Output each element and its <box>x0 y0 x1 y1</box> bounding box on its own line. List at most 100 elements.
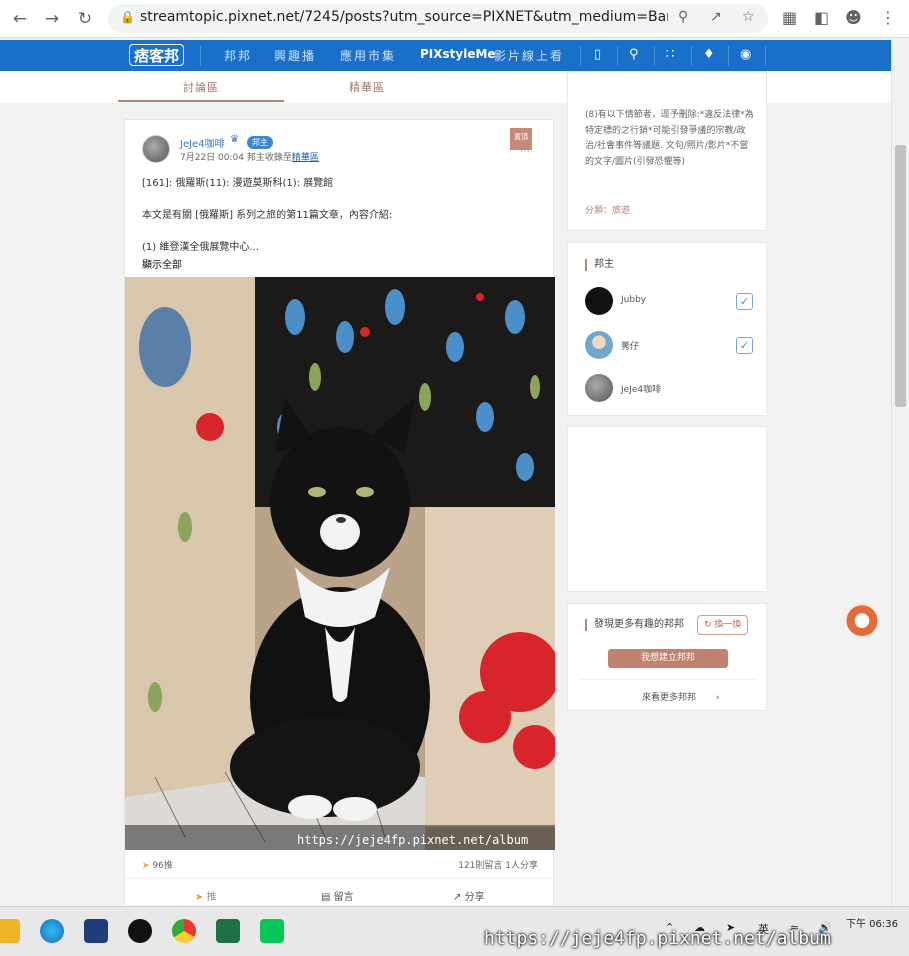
nav-link-pixstyleme[interactable]: PIXstyleMe <box>420 47 496 61</box>
reload-icon[interactable]: ↻ <box>75 9 95 29</box>
excel-icon[interactable] <box>216 919 240 943</box>
rocket-icon: ➤ <box>195 892 204 903</box>
swap-label: 換一換 <box>714 620 742 630</box>
collected-link[interactable]: 精華區 <box>292 153 319 163</box>
nav-link-apps[interactable]: 應用市集 <box>340 47 396 64</box>
nav-divider <box>728 46 729 66</box>
url-text[interactable]: streamtopic.pixnet.net/7245/posts?utm_so… <box>140 9 668 25</box>
author-avatar[interactable] <box>142 135 170 163</box>
post-stats: ➤ 96推 121則留言 1人分享 <box>142 858 538 872</box>
like-count-text: 96推 <box>152 861 173 871</box>
nav-divider <box>617 46 618 66</box>
moderator-item[interactable]: JeJe4咖啡 <box>585 374 753 402</box>
nav-divider <box>580 46 581 66</box>
rules-card: (8)有以下情節者，逕予刪除:*違反法律*為特定標的之行銷*可能引發爭議的宗教/… <box>567 71 767 231</box>
back-arrow-icon[interactable]: ← <box>10 9 30 29</box>
post-list-item: (1) 維登漢全俄展覽中心... <box>142 242 259 253</box>
profile-icon[interactable]: ☻ <box>845 8 862 27</box>
nav-divider <box>691 46 692 66</box>
apps-grid-icon[interactable]: ∷ <box>666 47 674 62</box>
nav-link-bangbang[interactable]: 邦邦 <box>224 47 252 64</box>
bookmark-icon[interactable]: ▯ <box>594 47 601 62</box>
nav-link-interest[interactable]: 興趣播 <box>274 47 316 64</box>
tab-discussion[interactable]: 討論區 <box>183 79 219 95</box>
post-intro: 本文是有關 [俄羅斯] 系列之旅的第11篇文章，內容介紹: <box>142 210 393 221</box>
store-icon[interactable] <box>84 919 108 943</box>
chevron-right-icon: › <box>716 693 720 703</box>
lock-icon[interactable]: 🔒 <box>120 10 135 24</box>
bell-icon[interactable]: ♦ <box>703 47 715 62</box>
tiktok-icon[interactable] <box>128 919 152 943</box>
site-logo[interactable]: 痞客邦 <box>129 44 185 66</box>
moderator-item[interactable]: Jubby ✓ <box>585 287 753 315</box>
moderators-title: 邦主 <box>585 259 614 271</box>
site-navbar: 痞客邦 邦邦 興趣播 應用市集 PIXstyleMe 影片線上看 ▯ ⚲ ∷ ♦… <box>0 40 891 71</box>
discover-title: 發現更多有趣的邦邦 <box>585 619 684 631</box>
collected-label: 邦主收錄至 <box>246 153 292 163</box>
moderator-avatar <box>585 287 613 315</box>
nav-divider <box>765 46 766 66</box>
like-button[interactable]: ➤ 推 <box>195 888 217 903</box>
see-more-label: 來看更多邦邦 <box>642 693 697 703</box>
rocket-icon: ➤ <box>142 861 150 871</box>
nav-divider <box>654 46 655 66</box>
browser-toolbar: ← → ↻ 🔒 streamtopic.pixnet.net/7245/post… <box>0 0 909 38</box>
file-explorer-icon[interactable] <box>0 919 20 943</box>
post-meta: 7月22日 00:04 邦主收錄至精華區 <box>180 150 319 163</box>
moderator-avatar <box>585 331 613 359</box>
edge-browser-icon[interactable] <box>40 919 64 943</box>
moderator-name: JeJe4咖啡 <box>621 385 662 395</box>
post-photo[interactable]: https://jeje4fp.pixnet.net/album <box>125 277 555 850</box>
active-tab-indicator <box>118 100 284 102</box>
post-card: JeJe4咖啡 ♛ 邦主 7月22日 00:04 邦主收錄至精華區 置頂 ⋯ [… <box>124 119 555 905</box>
zoom-icon[interactable]: ⚲ <box>678 9 688 25</box>
swap-button[interactable]: ↻ 換一換 <box>697 615 749 635</box>
moderator-avatar <box>585 374 613 402</box>
comment-label: 留言 <box>333 892 354 903</box>
moderator-item[interactable]: 莠仔 ✓ <box>585 331 753 359</box>
share-icon: ↗ <box>453 892 462 903</box>
rules-text: (8)有以下情節者，逕予刪除:*違反法律*為特定標的之行銷*可能引發爭議的宗教/… <box>585 110 754 167</box>
comment-icon: ▤ <box>321 892 331 903</box>
see-more-link[interactable]: 來看更多邦邦 › <box>642 690 720 703</box>
bookmark-star-icon[interactable]: ☆ <box>742 9 755 25</box>
search-icon[interactable]: ⚲ <box>629 47 639 62</box>
check-icon: ✓ <box>736 293 753 310</box>
more-options-icon[interactable]: ⋯ <box>520 146 530 157</box>
refresh-icon: ↻ <box>704 620 712 630</box>
clock[interactable]: 下午 06:36 <box>846 915 898 930</box>
share-button[interactable]: ↗ 分享 <box>453 888 485 903</box>
chrome-icon[interactable] <box>172 919 196 943</box>
check-icon: ✓ <box>736 337 753 354</box>
ad-placeholder <box>567 426 767 592</box>
menu-dots-icon[interactable]: ⋮ <box>880 8 896 27</box>
line-app-icon[interactable] <box>260 919 284 943</box>
photo-watermark: https://jeje4fp.pixnet.net/album <box>297 833 529 847</box>
author-name[interactable]: JeJe4咖啡 <box>180 135 225 150</box>
fox-mascot-icon[interactable] <box>845 602 879 636</box>
create-bang-button[interactable]: 我想建立邦邦 <box>608 649 728 668</box>
cat-photo-illustration <box>125 277 555 850</box>
share-label: 分享 <box>464 892 485 903</box>
forward-arrow-icon[interactable]: → <box>42 9 62 29</box>
category-label[interactable]: 分類：旅遊 <box>585 203 630 216</box>
post-date: 7月22日 00:04 <box>180 153 244 163</box>
show-all-link[interactable]: 顯示全部 <box>142 256 182 271</box>
crown-icon: ♛ <box>230 134 239 145</box>
like-label: 推 <box>206 892 217 903</box>
discover-card: 發現更多有趣的邦邦 ↻ 換一換 我想建立邦邦 來看更多邦邦 › <box>567 603 767 711</box>
address-bar[interactable]: 🔒 streamtopic.pixnet.net/7245/posts?utm_… <box>108 4 768 33</box>
nav-link-videos[interactable]: 影片線上看 <box>494 47 564 64</box>
page-scrollbar[interactable] <box>891 40 909 906</box>
page-content: 討論區 精華區 JeJe4咖啡 ♛ 邦主 7月22日 00:04 邦主收錄至精華… <box>0 71 891 905</box>
user-avatar-icon[interactable]: ◉ <box>740 47 751 62</box>
comment-button[interactable]: ▤ 留言 <box>321 888 354 903</box>
screen-watermark: https://jeje4fp.pixnet.net/album <box>484 928 831 949</box>
tab-featured[interactable]: 精華區 <box>349 79 385 95</box>
side-panel-icon[interactable]: ◧ <box>814 8 829 27</box>
post-title: [161]: 俄羅斯(11): 漫遊莫斯科(1): 展覽館 <box>142 178 334 189</box>
moderators-card: 邦主 Jubby ✓ 莠仔 ✓ JeJe4咖啡 <box>567 242 767 416</box>
extensions-icon[interactable]: ▦ <box>782 8 797 27</box>
scrollbar-thumb[interactable] <box>895 145 906 407</box>
share-page-icon[interactable]: ↗ <box>710 9 722 25</box>
